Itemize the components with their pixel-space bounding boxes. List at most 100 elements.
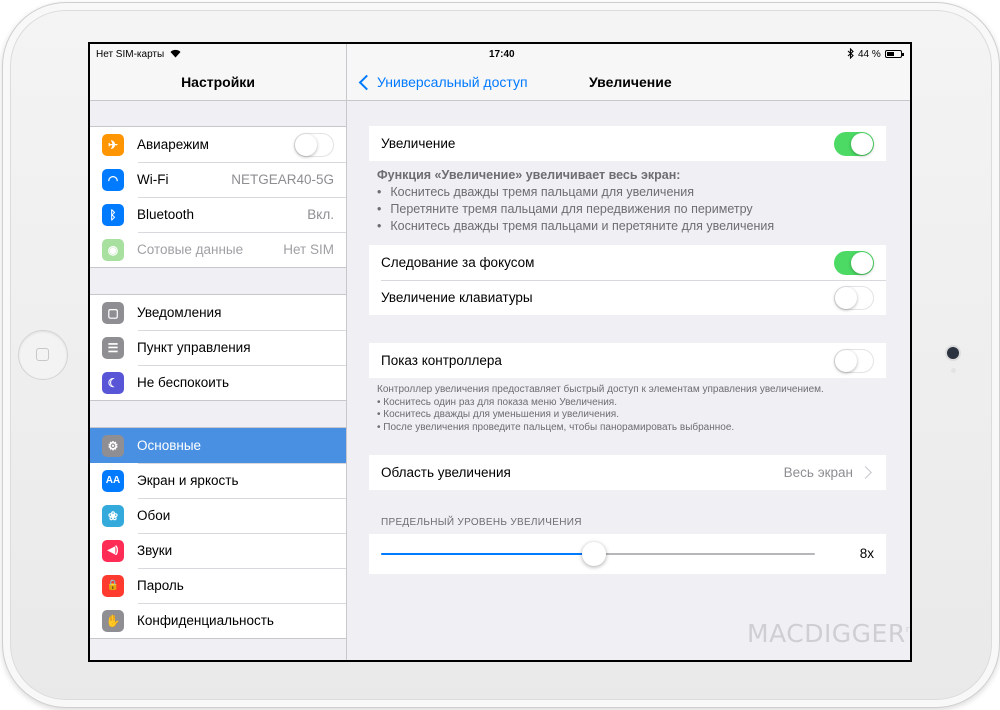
- detail-title: Увеличение: [589, 74, 672, 90]
- sidebar-item[interactable]: ▢ Уведомления: [90, 295, 346, 330]
- sidebar-item[interactable]: ⚙ Основные: [90, 428, 346, 463]
- bullet-icon: •: [377, 202, 382, 216]
- sidebar-item[interactable]: ᛒ Bluetooth Вкл.: [90, 197, 346, 232]
- region-card: Область увеличения Весь экран: [369, 455, 886, 490]
- home-button[interactable]: [18, 330, 68, 380]
- zoom-description: Функция «Увеличение» увеличивает весь эк…: [377, 167, 877, 235]
- bullet-icon: •: [377, 219, 382, 233]
- sidebar-item-value: Вкл.: [307, 207, 334, 222]
- controller-toggle[interactable]: [834, 348, 874, 373]
- clock: 17:40: [489, 49, 515, 60]
- controller-row: Показ контроллера: [369, 343, 886, 378]
- detail-navbar: Универсальный доступ Увеличение: [347, 64, 910, 101]
- sensor-dot: [951, 368, 956, 373]
- speaker-icon: ◀): [102, 539, 124, 562]
- follow-focus-row: Следование за фокусом: [369, 245, 886, 280]
- hand-icon: ✋: [102, 609, 124, 632]
- back-button[interactable]: Универсальный доступ: [357, 64, 528, 100]
- sidebar-item-label: Wi-Fi: [137, 172, 169, 187]
- wifi-icon: ◠: [102, 168, 124, 191]
- keyboard-zoom-label: Увеличение клавиатуры: [381, 290, 533, 305]
- sidebar-item[interactable]: ☰ Пункт управления: [90, 330, 346, 365]
- sidebar-item[interactable]: 🔒 Пароль: [90, 568, 346, 603]
- sidebar-item-label: Сотовые данные: [137, 242, 244, 257]
- sidebar-item[interactable]: AA Экран и яркость: [90, 463, 346, 498]
- zoom-description-item: • Коснитесь дважды тремя пальцами для уве…: [377, 184, 877, 201]
- sidebar-item[interactable]: ◠ Wi-Fi NETGEAR40-5G: [90, 162, 346, 197]
- zoom-row: Увеличение: [369, 126, 886, 161]
- zoom-description-item: • Перетяните тремя пальцами для передвиже…: [377, 201, 877, 218]
- sidebar-item[interactable]: ✈ Авиарежим: [90, 127, 346, 162]
- lock-icon: 🔒: [102, 574, 124, 597]
- controller-description-line: • Коснитесь один раз для показа меню Уве…: [377, 396, 617, 408]
- zoom-label: Увеличение: [381, 136, 456, 151]
- slider-fill: [381, 553, 594, 555]
- sidebar-item[interactable]: ◀) Звуки: [90, 533, 346, 568]
- wifi-status-icon: [170, 49, 181, 58]
- zoom-description-item: • Коснитесь дважды тремя пальцами и перет…: [377, 218, 877, 235]
- focus-card: Следование за фокусом Увеличение клавиат…: [369, 245, 886, 315]
- sidebar-item[interactable]: ✋ Конфиденциальность: [90, 603, 346, 638]
- controller-description: Контроллер увеличения предоставляет быст…: [377, 384, 877, 434]
- gear-icon: ⚙: [102, 434, 124, 457]
- sidebar-item-label: Основные: [137, 438, 202, 453]
- zoom-region-label: Область увеличения: [381, 465, 511, 480]
- sidebar-item[interactable]: ❀ Обои: [90, 498, 346, 533]
- sidebar-item-label: Авиарежим: [137, 137, 209, 152]
- sidebar-item-label: Конфиденциальность: [137, 613, 274, 628]
- slider-thumb[interactable]: [581, 542, 606, 566]
- sidebar-item-label: Экран и яркость: [137, 473, 239, 488]
- sidebar-item-label: Обои: [137, 508, 171, 523]
- notifications-icon: ▢: [102, 301, 124, 324]
- zoom-description-text: Коснитесь дважды тремя пальцами и перетя…: [390, 219, 775, 233]
- zoom-region-value: Весь экран: [783, 465, 853, 480]
- sidebar-item-label: Звуки: [137, 543, 173, 558]
- sidebar-item-label: Пароль: [137, 578, 184, 593]
- zoom-description-title: Функция «Увеличение» увеличивает весь эк…: [377, 168, 681, 182]
- sidebar-item-label: Пункт управления: [137, 340, 251, 355]
- back-button-label: Универсальный доступ: [377, 74, 528, 90]
- controller-label: Показ контроллера: [381, 353, 502, 368]
- zoom-card: Увеличение: [369, 126, 886, 161]
- screen: Нет SIM-карты Настройки ✈ Авиарежим ◠ Wi-Fi…: [88, 42, 912, 662]
- settings-sidebar: Нет SIM-карты Настройки ✈ Авиарежим ◠ Wi-Fi…: [90, 44, 347, 660]
- zoom-description-text: Коснитесь дважды тремя пальцами для увел…: [390, 185, 695, 199]
- watermark-logo: MACDIGGERru: [747, 619, 910, 648]
- controller-card: Показ контроллера: [369, 343, 886, 378]
- slider-card: 8x: [369, 534, 886, 574]
- settings-group: ✈ Авиарежим ◠ Wi-Fi NETGEAR40-5G ᛒ Bluetooth Вк…: [90, 126, 346, 268]
- zoom-toggle[interactable]: [834, 131, 874, 156]
- follow-focus-label: Следование за фокусом: [381, 255, 535, 270]
- airplane-mode-toggle[interactable]: [294, 132, 334, 157]
- max-level-header: ПРЕДЕЛЬНЫЙ УРОВЕНЬ УВЕЛИЧЕНИЯ: [381, 517, 582, 528]
- keyboard-zoom-toggle[interactable]: [834, 285, 874, 310]
- settings-group: ⚙ Основные AA Экран и яркость ❀ Обои ◀) Звуки 🔒 П…: [90, 427, 346, 639]
- cellular-icon: ◉: [102, 238, 124, 261]
- bluetooth-status-icon: [847, 48, 854, 59]
- status-bar-left: Нет SIM-карты: [90, 44, 346, 64]
- sidebar-item[interactable]: ☾ Не беспокоить: [90, 365, 346, 400]
- sidebar-item-value: Нет SIM: [283, 242, 334, 257]
- status-bar-right: 17:40 44 %: [347, 44, 910, 64]
- zoom-description-text: Перетяните тремя пальцами для передвижен…: [390, 202, 753, 216]
- airplane-icon: ✈: [102, 133, 124, 156]
- control-center-icon: ☰: [102, 336, 124, 359]
- settings-group: ▢ Уведомления ☰ Пункт управления ☾ Не беспоко…: [90, 294, 346, 401]
- battery-icon: [885, 50, 904, 58]
- keyboard-zoom-row: Увеличение клавиатуры: [369, 280, 886, 315]
- bluetooth-icon: ᛒ: [102, 203, 124, 226]
- sidebar-item-label: Bluetooth: [137, 207, 195, 222]
- controller-description-line: • Коснитесь дважды для уменьшения и увел…: [377, 409, 619, 420]
- sidebar-item-label: Уведомления: [137, 305, 222, 320]
- camera-icon: [947, 347, 959, 359]
- zoom-region-row[interactable]: Область увеличения Весь экран: [369, 455, 886, 490]
- sidebar-item-value: NETGEAR40-5G: [231, 172, 334, 187]
- bullet-icon: •: [377, 185, 382, 199]
- wallpaper-icon: ❀: [102, 504, 124, 527]
- controller-description-line: Контроллер увеличения предоставляет быст…: [377, 384, 824, 395]
- follow-focus-toggle[interactable]: [834, 250, 874, 275]
- sidebar-item[interactable]: ◉ Сотовые данные Нет SIM: [90, 232, 346, 267]
- max-level-slider[interactable]: [381, 534, 815, 574]
- sidebar-item-label: Не беспокоить: [137, 375, 229, 390]
- chevron-left-icon: [358, 74, 375, 90]
